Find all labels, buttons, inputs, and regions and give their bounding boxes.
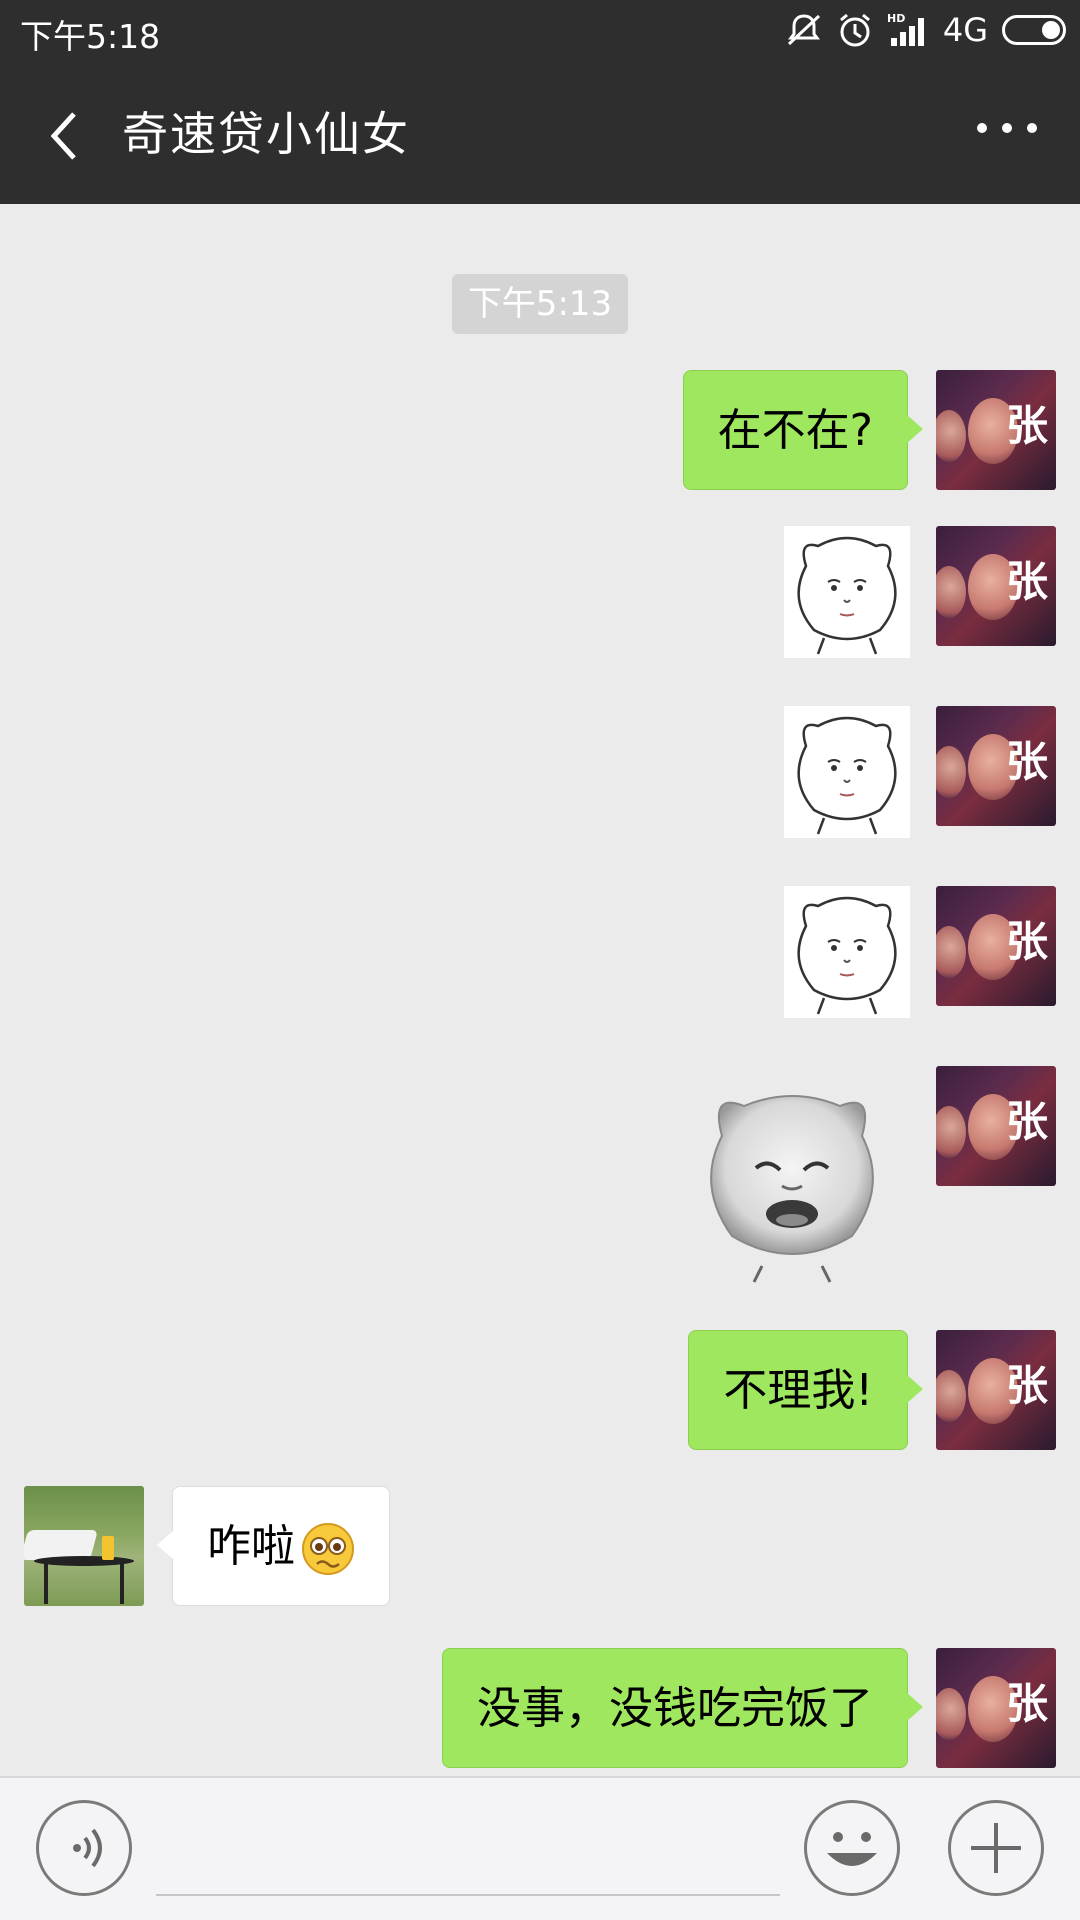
message-bubble-sent[interactable]: 在不在? (682, 370, 924, 490)
voice-icon (73, 1828, 102, 1868)
avatar[interactable]: 张 (936, 886, 1056, 1006)
emoji-button[interactable] (804, 1800, 900, 1896)
bear-crying-sticker[interactable] (692, 1076, 892, 1286)
status-icons: HD 4G (785, 8, 1066, 52)
message-bubble-sent[interactable]: 不理我! (688, 1330, 923, 1450)
chat-area[interactable]: 下午5:13 在不在? 张 张 张 张 张 不理我! 张 咋啦 没事，没钱吃完饭… (0, 204, 1080, 1776)
message-bubble-sent[interactable]: 没事，没钱吃完饭了 (442, 1648, 923, 1768)
message-bubble-received[interactable]: 咋啦 (157, 1486, 390, 1606)
emoji-icon (827, 1832, 877, 1866)
bear-face-blank-sticker[interactable] (784, 706, 910, 838)
battery-icon (1002, 15, 1066, 45)
message-text: 咋啦 (207, 1521, 295, 1572)
input-bar (0, 1776, 1080, 1920)
avatar[interactable]: 张 (936, 1330, 1056, 1450)
contact-avatar[interactable] (24, 1486, 144, 1606)
bear-face-blank-sticker[interactable] (784, 886, 910, 1018)
avatar[interactable]: 张 (936, 1066, 1056, 1186)
alarm-icon (839, 13, 870, 47)
bear-face-blank-sticker[interactable] (784, 526, 910, 658)
plus-icon (971, 1823, 1021, 1873)
pleading-face-emoji (302, 1523, 354, 1575)
avatar[interactable]: 张 (936, 526, 1056, 646)
network-type: 4G (942, 11, 988, 49)
avatar[interactable]: 张 (936, 370, 1056, 490)
avatar[interactable]: 张 (936, 1648, 1056, 1768)
message-timestamp: 下午5:13 (452, 274, 628, 334)
voice-button[interactable] (36, 1800, 132, 1896)
hd-signal-icon: HD (887, 12, 924, 46)
chat-title: 奇速贷小仙女 (122, 107, 410, 161)
mute-vibrate-icon (787, 14, 820, 46)
status-time: 下午5:18 (20, 17, 161, 56)
avatar[interactable]: 张 (936, 706, 1056, 826)
status-bar: 下午5:18 HD 4G (0, 0, 1080, 60)
message-input[interactable] (156, 1798, 780, 1896)
svg-text:HD: HD (887, 12, 905, 25)
chevron-left-icon[interactable] (40, 106, 94, 166)
plus-button[interactable] (948, 1800, 1044, 1896)
chat-header: 奇速贷小仙女 (0, 60, 1080, 204)
more-dots-icon[interactable] (972, 110, 1042, 146)
